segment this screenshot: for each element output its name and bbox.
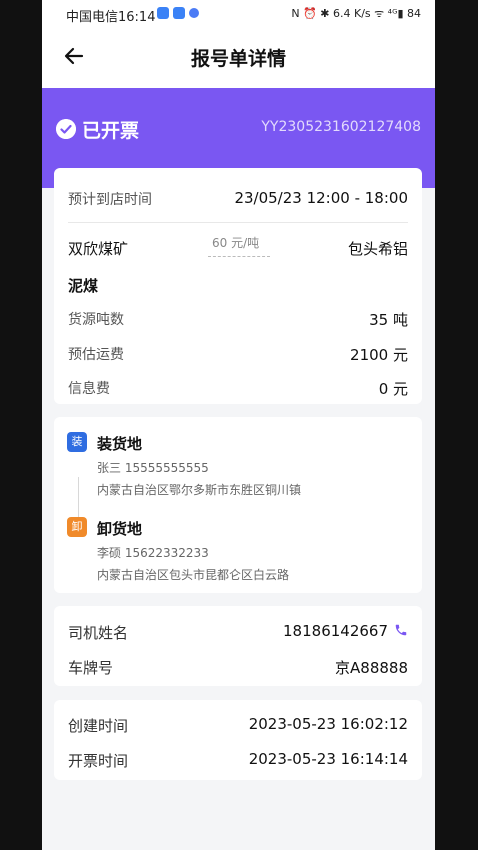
created-label: 创建时间	[68, 717, 129, 735]
unload-badge: 卸	[67, 517, 87, 537]
plate-value: 京A88888	[335, 659, 408, 677]
unload-contact: 李硕 15622332233	[97, 546, 209, 560]
app-icon	[173, 7, 185, 19]
qq-icon	[157, 7, 169, 19]
check-circle-icon	[56, 119, 76, 139]
load-title: 装货地	[97, 435, 143, 453]
order-info-card: 预计到店时间 23/05/23 12:00 - 18:00 双欣煤矿 60 元/…	[54, 168, 422, 404]
unload-title: 卸货地	[97, 520, 143, 538]
nav-bar: 报号单详情	[42, 28, 435, 88]
load-contact: 张三 15555555555	[97, 461, 209, 475]
order-number: YY2305231602127408	[261, 119, 421, 135]
freight-label: 预估运费	[68, 347, 124, 363]
status-bar: 中国电信16:14 N ⏰ ✱ 6.4 K/s ᯤ ⁴ᴳ▮ 84	[42, 0, 435, 28]
plate-row: 车牌号 京A88888	[68, 657, 408, 678]
page-title: 报号单详情	[190, 48, 286, 70]
origin: 双欣煤矿	[68, 240, 129, 258]
system-icons: N ⏰ ✱ 6.4 K/s ᯤ ⁴ᴳ▮ 84	[291, 7, 421, 20]
tonnage-row: 货源吨数 35 吨	[68, 309, 408, 329]
load-address: 内蒙古自治区鄂尔多斯市东胜区铜川镇	[97, 483, 302, 497]
route-row: 双欣煤矿 60 元/吨 包头希铝	[68, 236, 408, 259]
destination: 包头希铝	[347, 240, 408, 258]
created-value: 2023-05-23 16:02:12	[248, 715, 408, 733]
invoiced-value: 2023-05-23 16:14:14	[248, 750, 408, 768]
eta-label: 预计到店时间	[68, 192, 152, 208]
fee-value: 0 元	[378, 380, 408, 398]
time-card: 创建时间 2023-05-23 16:02:12 开票时间 2023-05-23…	[54, 700, 422, 780]
fee-label: 信息费	[68, 381, 110, 397]
cargo-type: 泥煤	[68, 277, 99, 295]
driver-card: 司机姓名 18186142667 车牌号 京A88888	[54, 606, 422, 686]
load-badge: 装	[67, 432, 87, 452]
freight-row: 预估运费 2100 元	[68, 344, 408, 364]
phone-icon[interactable]	[394, 623, 408, 637]
unload-address: 内蒙古自治区包头市昆都仑区白云路	[97, 568, 290, 582]
notification-icon	[189, 8, 199, 18]
route-arrow	[208, 256, 270, 258]
invoice-status: 已开票	[82, 120, 140, 142]
freight-value: 2100 元	[350, 346, 408, 364]
plate-label: 车牌号	[68, 659, 114, 677]
fee-row: 信息费 0 元	[68, 378, 408, 398]
invoiced-label: 开票时间	[68, 752, 129, 770]
driver-row: 司机姓名 18186142667	[68, 622, 408, 643]
unit-price: 60 元/吨	[212, 236, 260, 250]
address-card: 装 装货地 张三 15555555555 内蒙古自治区鄂尔多斯市东胜区铜川镇 卸…	[54, 417, 422, 593]
phone-screen: 中国电信16:14 N ⏰ ✱ 6.4 K/s ᯤ ⁴ᴳ▮ 84 报号单详情 已…	[42, 0, 435, 850]
eta-value: 23/05/23 12:00 - 18:00	[234, 189, 408, 207]
invoiced-row: 开票时间 2023-05-23 16:14:14	[68, 750, 408, 771]
tonnage-value: 35 吨	[369, 311, 408, 329]
carrier-time: 中国电信16:14	[66, 10, 156, 25]
eta-row: 预计到店时间 23/05/23 12:00 - 18:00	[68, 189, 408, 209]
divider	[68, 222, 408, 223]
driver-phone[interactable]: 18186142667	[283, 622, 388, 640]
tonnage-label: 货源吨数	[68, 312, 124, 328]
created-row: 创建时间 2023-05-23 16:02:12	[68, 715, 408, 736]
driver-name-label: 司机姓名	[68, 624, 129, 642]
